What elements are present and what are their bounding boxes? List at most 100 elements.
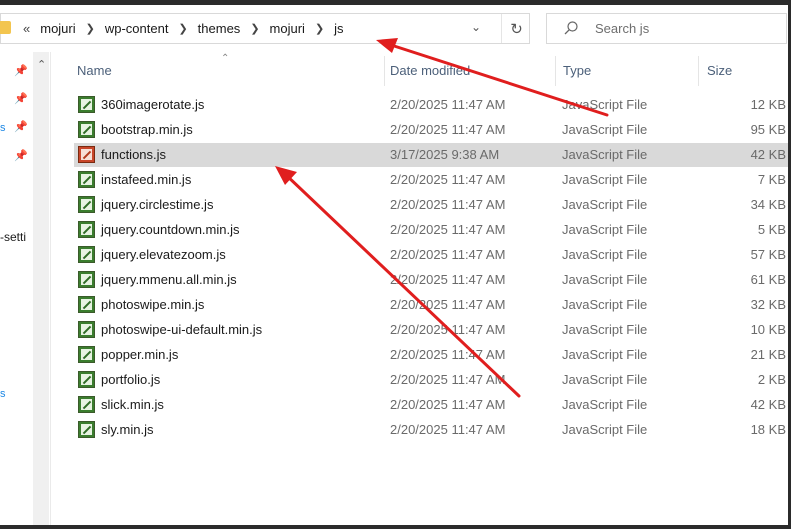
pin-icon[interactable]: 📌 (14, 64, 28, 77)
file-row-selected[interactable]: functions.js 3/17/2025 9:38 AM JavaScrip… (74, 143, 788, 167)
file-name: bootstrap.min.js (101, 122, 193, 137)
folder-icon (0, 21, 11, 34)
file-row[interactable]: jquery.countdown.min.js 2/20/2025 11:47 … (74, 218, 788, 242)
file-row[interactable]: sly.min.js 2/20/2025 11:47 AM JavaScript… (74, 418, 788, 442)
file-row[interactable]: slick.min.js 2/20/2025 11:47 AM JavaScri… (74, 393, 788, 417)
pin-icon[interactable]: 📌 (14, 92, 28, 105)
file-size: 10 KB (750, 322, 786, 337)
file-row[interactable]: jquery.mmenu.all.min.js 2/20/2025 11:47 … (74, 268, 788, 292)
address-bar[interactable]: « mojuri ❯ wp-content ❯ themes ❯ mojuri … (0, 13, 530, 44)
nav-item-marker: s (0, 388, 6, 400)
file-name: photoswipe.min.js (101, 297, 205, 312)
file-size: 18 KB (750, 422, 786, 437)
file-size: 34 KB (750, 197, 786, 212)
file-name: jquery.circlestime.js (101, 197, 214, 212)
breadcrumb-item-wp-content[interactable]: wp-content (105, 21, 169, 36)
search-input[interactable]: Search js (546, 13, 787, 44)
file-row[interactable]: instafeed.min.js 2/20/2025 11:47 AM Java… (74, 168, 788, 192)
file-size: 21 KB (750, 347, 786, 362)
file-type: JavaScript File (562, 372, 648, 387)
sort-up-icon: ⌃ (221, 53, 230, 64)
file-row[interactable]: bootstrap.min.js 2/20/2025 11:47 AM Java… (74, 118, 788, 142)
column-header-size[interactable]: Size (707, 63, 732, 78)
breadcrumb: « mojuri ❯ wp-content ❯ themes ❯ mojuri … (23, 21, 344, 36)
file-date: 2/20/2025 11:47 AM (390, 97, 506, 112)
file-row[interactable]: portfolio.js 2/20/2025 11:47 AM JavaScri… (74, 368, 788, 392)
breadcrumb-item-themes[interactable]: themes (198, 21, 241, 36)
javascript-file-icon (78, 246, 95, 263)
scroll-up-arrow-icon[interactable]: ⌃ (37, 58, 46, 71)
file-type: JavaScript File (562, 422, 648, 437)
file-date: 2/20/2025 11:47 AM (390, 347, 506, 362)
javascript-file-icon (78, 296, 95, 313)
breadcrumb-item-mojuri[interactable]: mojuri (40, 21, 75, 36)
file-date: 2/20/2025 11:47 AM (390, 372, 506, 387)
file-row[interactable]: jquery.circlestime.js 2/20/2025 11:47 AM… (74, 193, 788, 217)
file-name: sly.min.js (101, 422, 154, 437)
file-row[interactable]: jquery.elevatezoom.js 2/20/2025 11:47 AM… (74, 243, 788, 267)
refresh-button[interactable]: ↻ (501, 14, 531, 43)
file-name: photoswipe-ui-default.min.js (101, 322, 263, 337)
chevron-right-icon[interactable]: ❯ (178, 22, 187, 35)
file-size: 2 KB (757, 372, 786, 387)
breadcrumb-item-js[interactable]: js (334, 21, 343, 36)
file-size: 61 KB (750, 272, 786, 287)
file-row[interactable]: photoswipe.min.js 2/20/2025 11:47 AM Jav… (74, 293, 788, 317)
refresh-icon: ↻ (510, 20, 523, 38)
file-row[interactable]: popper.min.js 2/20/2025 11:47 AM JavaScr… (74, 343, 788, 367)
window-top-frame (0, 0, 791, 5)
file-date: 2/20/2025 11:47 AM (390, 222, 506, 237)
column-divider[interactable] (384, 56, 385, 86)
file-row[interactable]: 360imagerotate.js 2/20/2025 11:47 AM Jav… (74, 93, 788, 117)
file-size: 32 KB (750, 297, 786, 312)
file-size: 7 KB (757, 172, 786, 187)
file-type: JavaScript File (562, 322, 648, 337)
column-headers: ⌃ Name Date modified Type Size (51, 53, 788, 86)
pin-icon[interactable]: 📌 (14, 149, 28, 162)
breadcrumb-item-mojuri-theme[interactable]: mojuri (270, 21, 305, 36)
file-type: JavaScript File (562, 97, 648, 112)
javascript-file-icon (78, 221, 95, 238)
javascript-file-icon (78, 371, 95, 388)
file-date: 2/20/2025 11:47 AM (390, 172, 506, 187)
javascript-file-icon (78, 271, 95, 288)
file-size: 95 KB (750, 122, 786, 137)
file-size: 12 KB (750, 97, 786, 112)
file-name: instafeed.min.js (101, 172, 192, 187)
file-name: functions.js (101, 147, 167, 162)
chevron-down-icon[interactable]: ⌄ (471, 20, 481, 34)
file-date: 3/17/2025 9:38 AM (390, 147, 500, 162)
column-header-date[interactable]: Date modified (390, 63, 470, 78)
column-header-name[interactable]: Name (77, 63, 112, 78)
file-type: JavaScript File (562, 222, 648, 237)
pane-divider[interactable] (50, 52, 51, 525)
javascript-file-icon (78, 121, 95, 138)
file-size: 57 KB (750, 247, 786, 262)
column-divider[interactable] (698, 56, 699, 86)
search-placeholder: Search js (595, 21, 650, 36)
pin-icon[interactable]: 📌 (14, 120, 28, 133)
chevron-right-icon[interactable]: ❯ (86, 22, 95, 35)
file-date: 2/20/2025 11:47 AM (390, 297, 506, 312)
javascript-file-icon (78, 346, 95, 363)
file-type: JavaScript File (562, 297, 648, 312)
column-header-type[interactable]: Type (563, 63, 591, 78)
file-name: jquery.elevatezoom.js (101, 247, 226, 262)
file-type: JavaScript File (562, 122, 648, 137)
file-date: 2/20/2025 11:47 AM (390, 322, 506, 337)
file-type: JavaScript File (562, 247, 648, 262)
overflow-chevron-icon[interactable]: « (23, 21, 30, 36)
chevron-right-icon[interactable]: ❯ (315, 22, 324, 35)
javascript-file-icon (78, 96, 95, 113)
column-divider[interactable] (555, 56, 556, 86)
file-name: slick.min.js (101, 397, 164, 412)
quick-access-marker: s (0, 122, 6, 134)
chevron-right-icon[interactable]: ❯ (250, 22, 259, 35)
nav-item-label[interactable]: -setti (0, 230, 26, 244)
file-type: JavaScript File (562, 347, 648, 362)
navigation-scrollbar[interactable]: ⌃ (33, 52, 49, 525)
file-type: JavaScript File (562, 272, 648, 287)
file-row[interactable]: photoswipe-ui-default.min.js 2/20/2025 1… (74, 318, 788, 342)
javascript-file-icon (78, 196, 95, 213)
navigation-pane: 📌 📌 📌 📌 s -setti s (0, 52, 33, 525)
